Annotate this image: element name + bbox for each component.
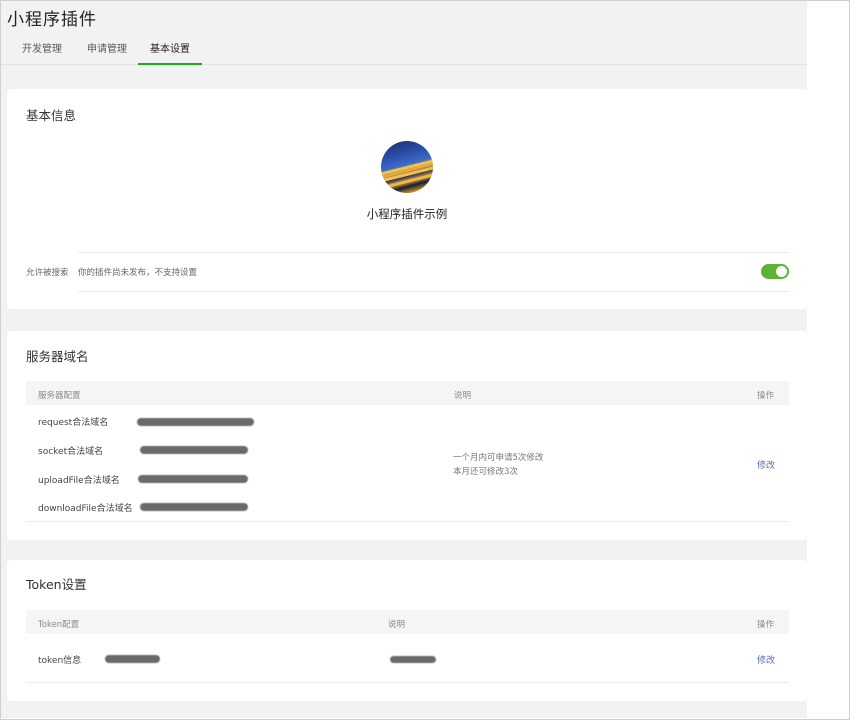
header-token-config: Token配置	[38, 620, 80, 630]
server-domain-title: 服务器域名	[26, 349, 89, 364]
tab-basic-settings[interactable]: 基本设置	[138, 43, 202, 65]
tab-dev-management[interactable]: 开发管理	[19, 43, 65, 65]
token-title: Token设置	[26, 577, 87, 592]
search-toggle[interactable]	[761, 264, 789, 279]
request-domain-label: request合法域名	[38, 418, 109, 428]
divider	[26, 682, 789, 683]
redacted-token	[105, 655, 160, 663]
toggle-knob	[776, 266, 787, 277]
main-area: 小程序插件 开发管理 申请管理 基本设置 基本信息 小程序插件示例 允许被搜索 …	[1, 1, 807, 718]
token-info-label: token信息	[38, 656, 82, 666]
redacted-token-note	[390, 656, 436, 663]
modify-server-domain-link[interactable]: 修改	[757, 458, 775, 471]
header-note: 说明	[388, 620, 406, 630]
page-title: 小程序插件	[7, 10, 97, 30]
redacted-domain	[140, 446, 248, 454]
divider	[78, 252, 789, 253]
uploadfile-domain-label: uploadFile合法域名	[38, 476, 120, 486]
header-action: 操作	[757, 391, 775, 401]
redacted-domain	[138, 475, 248, 483]
socket-domain-label: socket合法域名	[38, 447, 104, 457]
redacted-domain	[137, 418, 254, 426]
server-table-header: 服务器配置 说明 操作	[26, 381, 789, 405]
divider	[26, 521, 789, 522]
downloadfile-domain-label: downloadFile合法域名	[38, 504, 133, 514]
tab-apply-management[interactable]: 申请管理	[84, 43, 130, 65]
divider	[78, 291, 789, 292]
modify-limit-note: 一个月内可申请5次修改	[453, 453, 544, 463]
server-domain-card: 服务器域名 服务器配置 说明 操作 request合法域名 socket合法域名…	[7, 331, 807, 540]
search-setting-description: 你的插件尚未发布，不支持设置	[78, 268, 198, 278]
token-card: Token设置 Token配置 说明 操作 token信息 修改	[7, 560, 807, 701]
header-action: 操作	[757, 620, 775, 630]
plugin-avatar	[381, 141, 433, 193]
basic-info-title: 基本信息	[26, 108, 77, 123]
basic-info-card: 基本信息 小程序插件示例 允许被搜索 你的插件尚未发布，不支持设置	[7, 89, 807, 309]
header-note: 说明	[454, 391, 472, 401]
tab-bar: 开发管理 申请管理 基本设置	[1, 41, 807, 65]
token-table-header: Token配置 说明 操作	[26, 610, 789, 634]
modify-remaining-note: 本月还可修改3次	[453, 467, 518, 477]
header-server-config: 服务器配置	[38, 391, 81, 401]
search-setting-label: 允许被搜索	[26, 268, 69, 278]
redacted-domain	[140, 503, 248, 511]
modify-token-link[interactable]: 修改	[757, 653, 775, 666]
plugin-name: 小程序插件示例	[366, 207, 448, 221]
